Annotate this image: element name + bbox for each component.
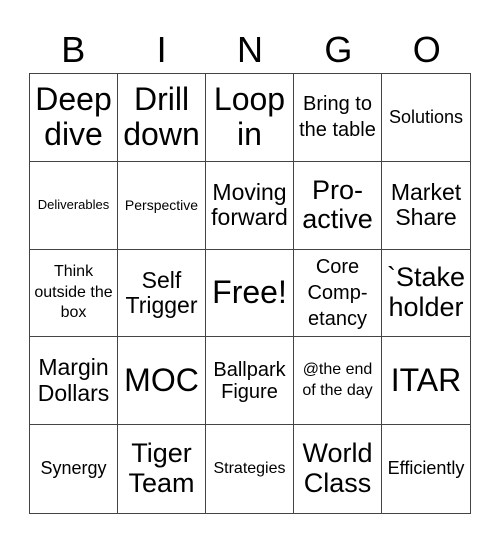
bingo-cell[interactable]: Drill down (118, 74, 206, 162)
bingo-cell[interactable]: Market Share (382, 162, 470, 250)
bingo-cell[interactable]: Pro- active (294, 161, 382, 250)
header-letter-b: B (61, 29, 86, 70)
header-letter-n: N (236, 29, 263, 70)
bingo-cell[interactable]: Core Comp- etancy (294, 249, 382, 338)
bingo-cell[interactable]: Ballpark Figure (206, 337, 294, 426)
bingo-cell[interactable]: Deliverables (30, 161, 118, 250)
bingo-cell-free-space[interactable]: Free! (206, 249, 294, 338)
bingo-cell[interactable]: Margin Dollars (30, 337, 118, 426)
bingo-cell[interactable]: Loop in (206, 74, 294, 162)
header-letter-o: O (412, 29, 441, 70)
bingo-cell[interactable]: Deep dive (30, 74, 118, 162)
bingo-cell[interactable]: Solutions (382, 74, 470, 162)
bingo-cell[interactable]: Bring to the table (294, 74, 382, 162)
bingo-cell[interactable]: Tiger Team (118, 425, 206, 513)
bingo-cell[interactable]: Strategies (206, 425, 294, 513)
header-letter-i: I (156, 29, 167, 70)
header-letter-g: G (324, 29, 353, 70)
bingo-cell[interactable]: @the end of the day (294, 337, 382, 426)
bingo-cell[interactable]: `Stake holder (382, 250, 470, 338)
bingo-cell[interactable]: MOC (118, 337, 206, 426)
bingo-cell[interactable]: Think outside the box (30, 249, 118, 338)
bingo-cell[interactable]: Perspective (118, 161, 206, 250)
bingo-cell[interactable]: Synergy (30, 425, 118, 513)
bingo-cell[interactable]: Efficiently (382, 425, 470, 513)
bingo-cell[interactable]: World Class (294, 425, 382, 513)
bingo-header: B I N G O (29, 26, 471, 74)
bingo-cell[interactable]: ITAR (382, 337, 470, 426)
bingo-grid: Deep dive Drill down Loop in Bring to th… (29, 73, 471, 514)
bingo-cell[interactable]: Self Trigger (118, 249, 206, 338)
bingo-cell[interactable]: Moving forward (206, 161, 294, 250)
